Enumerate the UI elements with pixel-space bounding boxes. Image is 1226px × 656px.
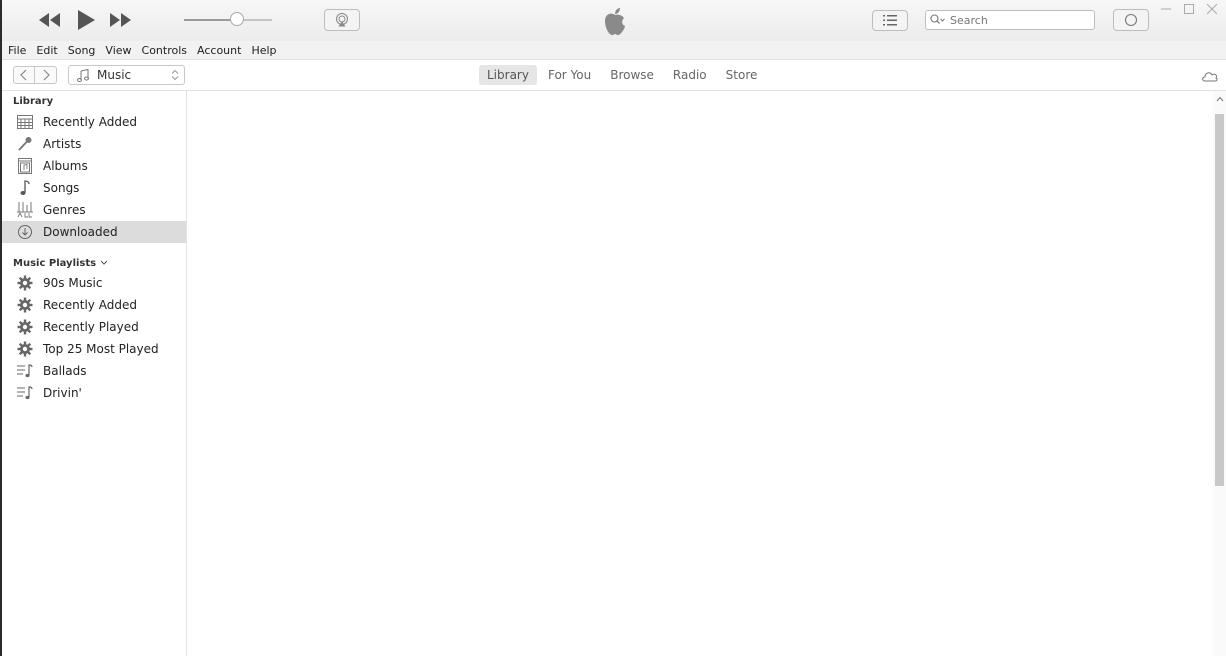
sidebar-item-label: Genres bbox=[43, 203, 86, 217]
search-box[interactable] bbox=[925, 10, 1095, 30]
apple-logo bbox=[602, 6, 628, 36]
media-kind-selector[interactable]: Music bbox=[68, 65, 185, 85]
cloud-icon bbox=[1202, 72, 1218, 82]
genres-icon bbox=[16, 201, 34, 219]
volume-fill bbox=[184, 19, 237, 21]
music-note-icon bbox=[16, 179, 34, 197]
search-icon bbox=[930, 14, 945, 24]
media-kind-label: Music bbox=[97, 68, 132, 82]
grid-icon bbox=[16, 113, 34, 131]
sidebar-item-label: Ballads bbox=[43, 364, 87, 378]
sidebar-item-genres[interactable]: Genres bbox=[2, 199, 186, 221]
menu-account[interactable]: Account bbox=[197, 44, 241, 57]
play-button[interactable] bbox=[73, 8, 99, 32]
sidebar-item-label: Songs bbox=[43, 181, 80, 195]
sidebar-item-artists[interactable]: Artists bbox=[2, 133, 186, 155]
smart-playlist-gear-icon bbox=[16, 318, 34, 336]
sidebar-item-top-25-most-played[interactable]: Top 25 Most Played bbox=[2, 338, 186, 360]
sidebar-item-label: 90s Music bbox=[43, 276, 103, 290]
sidebar-item-recently-added-playlist[interactable]: Recently Added bbox=[2, 294, 186, 316]
sidebar: Library Recently Added Artists Albums So… bbox=[2, 91, 187, 656]
search-input[interactable] bbox=[946, 12, 1080, 28]
volume-knob[interactable] bbox=[229, 12, 244, 26]
apple-logo-icon bbox=[605, 8, 625, 35]
rewind-icon bbox=[39, 13, 60, 27]
sidebar-item-recently-added[interactable]: Recently Added bbox=[2, 111, 186, 133]
activity-button[interactable] bbox=[1113, 9, 1149, 31]
maximize-icon bbox=[1184, 4, 1194, 14]
list-icon bbox=[883, 15, 897, 26]
sidebar-item-label: Top 25 Most Played bbox=[43, 342, 159, 356]
close-button[interactable] bbox=[1205, 2, 1219, 16]
menu-file[interactable]: File bbox=[8, 44, 26, 57]
airplay-icon bbox=[336, 13, 348, 27]
sidebar-item-label: Recently Played bbox=[43, 320, 139, 334]
album-icon bbox=[16, 157, 34, 175]
sidebar-item-albums[interactable]: Albums bbox=[2, 155, 186, 177]
menu-edit[interactable]: Edit bbox=[36, 44, 57, 57]
menu-help[interactable]: Help bbox=[251, 44, 276, 57]
microphone-icon bbox=[16, 135, 34, 153]
library-heading: Library bbox=[13, 96, 54, 107]
tab-for-you[interactable]: For You bbox=[540, 65, 599, 85]
smart-playlist-gear-icon bbox=[16, 296, 34, 314]
sidebar-item-label: Downloaded bbox=[43, 225, 118, 239]
menu-view[interactable]: View bbox=[105, 44, 131, 57]
rewind-button[interactable] bbox=[38, 11, 62, 29]
back-button[interactable] bbox=[13, 66, 35, 84]
menu-controls[interactable]: Controls bbox=[142, 44, 188, 57]
smart-playlist-gear-icon bbox=[16, 274, 34, 292]
sidebar-item-songs[interactable]: Songs bbox=[2, 177, 186, 199]
sidebar-item-label: Drivin' bbox=[43, 386, 82, 400]
player-toolbar bbox=[0, 0, 1226, 42]
music-playlists-heading-label: Music Playlists bbox=[13, 258, 97, 269]
sidebar-item-recently-played[interactable]: Recently Played bbox=[2, 316, 186, 338]
tab-radio[interactable]: Radio bbox=[665, 65, 715, 85]
minimize-button[interactable] bbox=[1159, 2, 1173, 16]
playlist-icon bbox=[16, 362, 34, 380]
content-tabs: Library For You Browse Radio Store bbox=[479, 64, 768, 86]
tab-browse[interactable]: Browse bbox=[602, 65, 662, 85]
sidebar-item-drivin[interactable]: Drivin' bbox=[2, 382, 186, 404]
scrollbar-thumb[interactable] bbox=[1215, 114, 1224, 486]
tab-library[interactable]: Library bbox=[479, 65, 537, 85]
sidebar-item-label: Albums bbox=[43, 159, 88, 173]
music-playlists-heading[interactable]: Music Playlists bbox=[13, 258, 108, 269]
cloud-button[interactable] bbox=[1201, 68, 1219, 82]
sidebar-item-label: Recently Added bbox=[43, 298, 137, 312]
airplay-button[interactable] bbox=[324, 9, 360, 31]
maximize-button[interactable] bbox=[1182, 2, 1196, 16]
sidebar-item-ballads[interactable]: Ballads bbox=[2, 360, 186, 382]
tab-store[interactable]: Store bbox=[718, 65, 766, 85]
smart-playlist-gear-icon bbox=[16, 340, 34, 358]
sidebar-item-label: Artists bbox=[43, 137, 82, 151]
close-icon bbox=[1207, 4, 1217, 14]
menu-song[interactable]: Song bbox=[68, 44, 96, 57]
download-icon bbox=[16, 223, 34, 241]
playlist-icon bbox=[16, 384, 34, 402]
forward-button[interactable] bbox=[35, 66, 57, 84]
music-note-icon bbox=[77, 68, 89, 82]
minimize-icon bbox=[1161, 8, 1171, 10]
sidebar-item-downloaded[interactable]: Downloaded bbox=[2, 221, 186, 243]
chevron-left-icon bbox=[20, 69, 27, 81]
sidebar-item-label: Recently Added bbox=[43, 115, 137, 129]
activity-circle-icon bbox=[1124, 13, 1138, 27]
menu-bar: File Edit Song View Controls Account Hel… bbox=[0, 41, 1226, 60]
chevron-right-icon bbox=[43, 69, 50, 81]
fast-forward-button[interactable] bbox=[108, 11, 132, 29]
up-down-chevron-icon bbox=[171, 69, 179, 81]
content-area bbox=[187, 91, 1213, 656]
volume-slider[interactable] bbox=[184, 19, 272, 21]
scroll-up-button[interactable] bbox=[1213, 93, 1226, 105]
up-next-list-button[interactable] bbox=[872, 10, 908, 31]
chevron-up-icon bbox=[1216, 96, 1223, 102]
chevron-down-icon bbox=[100, 260, 107, 265]
window-left-border bbox=[0, 0, 2, 656]
fast-forward-icon bbox=[110, 13, 131, 27]
sidebar-item-90s-music[interactable]: 90s Music bbox=[2, 272, 186, 294]
navigation-bar: Music Library For You Browse Radio Store bbox=[0, 60, 1226, 91]
play-icon bbox=[78, 10, 95, 30]
